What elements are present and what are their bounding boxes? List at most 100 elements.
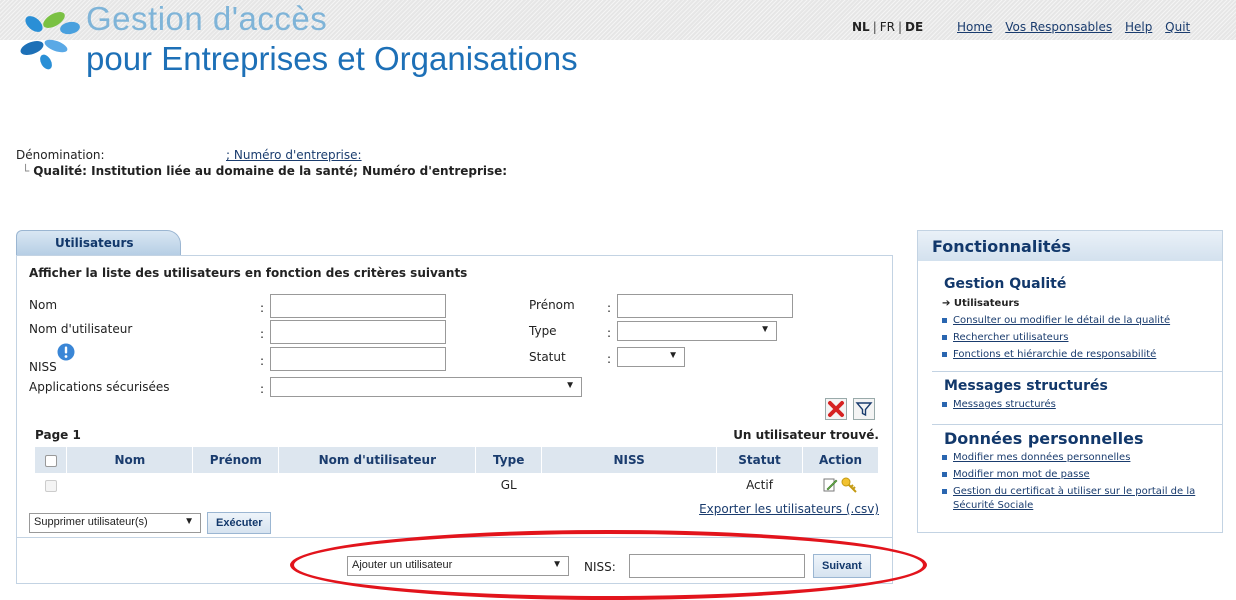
quality-text: Qualité: Institution liée au domaine de …	[33, 164, 508, 178]
sidebar-item-label[interactable]: Modifier mes données personnelles	[953, 452, 1130, 463]
cell-action	[802, 473, 879, 497]
brand-subtitle: pour Entreprises et Organisations	[86, 40, 578, 77]
language-switcher: NL | FR | DE	[852, 20, 923, 34]
filter-icon	[855, 402, 873, 417]
sidebar-item-label[interactable]: Rechercher utilisateurs	[953, 332, 1068, 343]
bullet-icon	[942, 488, 947, 494]
sidebar-item-label[interactable]: Gestion du certificat à utiliser sur le …	[953, 486, 1195, 497]
page-label: Page 1	[35, 428, 81, 442]
select-all-cell	[35, 447, 68, 473]
bullet-icon	[942, 471, 947, 477]
prenom-input[interactable]	[617, 294, 793, 318]
tab-utilisateurs[interactable]: Utilisateurs	[16, 230, 181, 256]
nom-label: Nom	[29, 298, 58, 312]
sidebar-item-rechercher[interactable]: Rechercher utilisateurs	[942, 332, 1068, 343]
filter-title: Afficher la liste des utilisateurs en fo…	[29, 266, 468, 280]
select-all-checkbox[interactable]	[44, 454, 57, 467]
column-username[interactable]: Nom d'utilisateur	[278, 447, 477, 473]
tree-branch-icon: └	[22, 164, 30, 178]
lang-de[interactable]: DE	[905, 20, 923, 34]
sidebar-item-certificat[interactable]: Gestion du certificat à utiliser sur le …	[942, 486, 1195, 497]
sidebar-item-label[interactable]: Consulter ou modifier le détail de la qu…	[953, 315, 1170, 326]
sidebar-item-messages[interactable]: Messages structurés	[942, 399, 1056, 410]
username-colon: :	[260, 327, 265, 341]
sidebar-item-mot-de-passe[interactable]: Modifier mon mot de passe	[942, 469, 1090, 480]
sidebar: Fonctionnalités Gestion Qualité ➔ Utilis…	[917, 230, 1223, 533]
sidebar-item-label[interactable]: Fonctions et hiérarchie de responsabilit…	[953, 349, 1156, 360]
lang-separator: |	[898, 20, 903, 34]
logo-icon	[20, 12, 80, 70]
type-label: Type	[529, 324, 557, 338]
nav-help[interactable]: Help	[1125, 20, 1152, 34]
sidebar-item-label[interactable]: Sécurité Sociale	[953, 500, 1033, 511]
type-select[interactable]: ▼	[617, 321, 777, 341]
username-input[interactable]	[270, 320, 446, 344]
sidebar-item-certificat-cont[interactable]: Sécurité Sociale	[953, 500, 1033, 511]
brand-title: Gestion d'accès	[86, 0, 328, 37]
nom-colon: :	[260, 301, 265, 315]
denomination-row: Dénomination: ; Numéro d'entreprise:	[16, 148, 362, 162]
chevron-down-icon: ▼	[565, 380, 575, 391]
statut-colon: :	[607, 352, 612, 366]
sidebar-item-label: Utilisateurs	[953, 298, 1020, 309]
lang-fr[interactable]: FR	[880, 20, 895, 34]
sidebar-item-fonctions[interactable]: Fonctions et hiérarchie de responsabilit…	[942, 349, 1156, 360]
row-select-cell	[35, 473, 67, 497]
top-nav: Home Vos Responsables Help Quit	[957, 20, 1199, 34]
sidebar-item-detail-qualite[interactable]: Consulter ou modifier le détail de la qu…	[942, 315, 1170, 326]
username-label: Nom d'utilisateur	[29, 322, 133, 336]
lang-nl[interactable]: NL	[852, 20, 870, 34]
arrow-right-icon: ➔	[942, 298, 954, 309]
execute-button[interactable]: Exécuter	[207, 512, 272, 534]
nom-input[interactable]	[270, 294, 446, 318]
section-donnees: Données personnelles	[944, 429, 1144, 448]
statut-select[interactable]: ▼	[617, 347, 685, 367]
bullet-icon	[942, 454, 947, 460]
sidebar-divider	[932, 424, 1222, 425]
column-prenom[interactable]: Prénom	[192, 447, 280, 473]
cell-username	[278, 473, 476, 497]
column-statut[interactable]: Statut	[716, 447, 803, 473]
cell-prenom	[192, 473, 279, 497]
niss-colon: :	[260, 354, 265, 368]
nav-home[interactable]: Home	[957, 20, 992, 34]
bulk-action-select[interactable]: Supprimer utilisateur(s) ▼	[29, 513, 201, 533]
column-type[interactable]: Type	[475, 447, 543, 473]
sidebar-item-label[interactable]: Messages structurés	[953, 399, 1056, 410]
prenom-label: Prénom	[529, 298, 575, 312]
nav-quit[interactable]: Quit	[1165, 20, 1190, 34]
bullet-icon	[942, 334, 947, 340]
chevron-down-icon: ▼	[668, 350, 678, 361]
applications-colon: :	[260, 382, 265, 396]
applications-select[interactable]: ▼	[270, 377, 582, 397]
clear-filter-button[interactable]	[825, 398, 847, 420]
sidebar-divider	[932, 371, 1222, 372]
sidebar-item-utilisateurs[interactable]: ➔ Utilisateurs	[942, 298, 1019, 309]
info-icon[interactable]	[57, 343, 75, 361]
delete-icon	[828, 401, 844, 417]
sidebar-item-label[interactable]: Modifier mon mot de passe	[953, 469, 1090, 480]
nav-responsables[interactable]: Vos Responsables	[1005, 20, 1112, 34]
applications-label: Applications sécurisées	[29, 380, 170, 394]
row-checkbox[interactable]	[44, 479, 57, 492]
filter-button[interactable]	[853, 398, 875, 420]
highlight-ring	[290, 530, 927, 600]
key-icon[interactable]	[841, 477, 859, 493]
denomination-link[interactable]: ; Numéro d'entreprise:	[226, 148, 362, 162]
export-csv-link[interactable]: Exporter les utilisateurs (.csv)	[699, 502, 879, 516]
column-nom[interactable]: Nom	[66, 447, 194, 473]
column-action: Action	[802, 447, 880, 473]
lang-separator: |	[872, 20, 877, 34]
cell-type: GL	[475, 473, 542, 497]
column-niss[interactable]: NISS	[541, 447, 718, 473]
chevron-down-icon: ▼	[184, 516, 194, 527]
quality-row: └ Qualité: Institution liée au domaine de…	[22, 164, 507, 178]
cell-niss	[541, 473, 717, 497]
sidebar-item-donnees[interactable]: Modifier mes données personnelles	[942, 452, 1130, 463]
edit-icon[interactable]	[822, 477, 838, 493]
sidebar-title: Fonctionnalités	[918, 231, 1222, 261]
niss-filter-input[interactable]	[270, 347, 446, 371]
niss-label: NISS	[29, 360, 57, 374]
prenom-colon: :	[607, 301, 612, 315]
bullet-icon	[942, 401, 947, 407]
